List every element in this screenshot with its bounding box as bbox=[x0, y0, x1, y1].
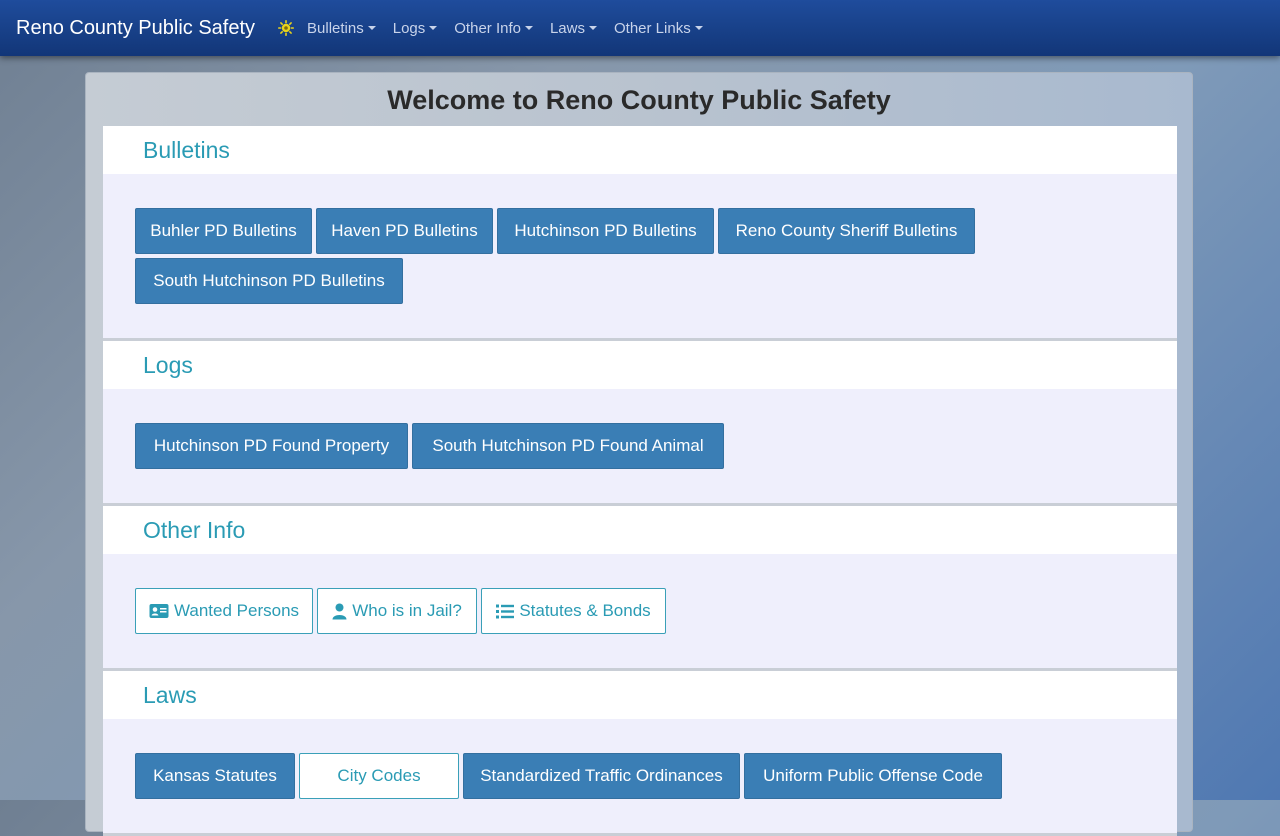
laws-button-row: Kansas Statutes City Codes Standardized … bbox=[135, 753, 1006, 799]
reno-county-sheriff-bulletins-button[interactable]: Reno County Sheriff Bulletins bbox=[718, 208, 975, 254]
site-brand[interactable]: Reno County Public Safety bbox=[16, 17, 255, 40]
logs-title: Logs bbox=[143, 351, 193, 378]
top-navbar: Reno County Public Safety Bulletins Logs… bbox=[0, 0, 1280, 56]
bulletins-button-row-2: South Hutchinson PD Bulletins bbox=[135, 258, 407, 304]
uniform-public-offense-code-button[interactable]: Uniform Public Offense Code bbox=[744, 753, 1002, 799]
logs-card-header: Logs bbox=[103, 341, 1177, 389]
other-info-title: Other Info bbox=[143, 516, 246, 543]
bulletins-card: Bulletins Buhler PD Bulletins Haven PD B… bbox=[103, 126, 1177, 341]
other-info-card-header: Other Info bbox=[103, 506, 1177, 554]
nav-other-links-dropdown[interactable]: Other Links bbox=[614, 20, 703, 37]
nav-logs-label: Logs bbox=[392, 19, 426, 37]
standardized-traffic-ordinances-button[interactable]: Standardized Traffic Ordinances bbox=[463, 753, 740, 799]
wanted-persons-label: Wanted Persons bbox=[173, 601, 300, 620]
user-icon bbox=[332, 603, 347, 620]
logs-button-row: Hutchinson PD Found Property South Hutch… bbox=[135, 423, 728, 469]
caret-down-icon bbox=[589, 26, 597, 30]
kansas-statutes-button[interactable]: Kansas Statutes bbox=[135, 753, 295, 799]
south-hutchinson-pd-found-animal-button[interactable]: South Hutchinson PD Found Animal bbox=[412, 423, 724, 469]
other-info-button-row: Wanted Persons Who is in Jail? Statutes … bbox=[135, 588, 670, 634]
caret-down-icon bbox=[429, 26, 438, 30]
statutes-and-bonds-label: Statutes & Bonds bbox=[519, 601, 651, 620]
haven-pd-bulletins-button[interactable]: Haven PD Bulletins bbox=[316, 208, 493, 254]
list-icon bbox=[496, 604, 515, 619]
nav-bulletins-label: Bulletins bbox=[307, 19, 364, 37]
bulletins-card-header: Bulletins bbox=[103, 126, 1177, 174]
page-title: Welcome to Reno County Public Safety bbox=[387, 85, 891, 115]
who-is-in-jail-label: Who is in Jail? bbox=[352, 601, 462, 620]
caret-down-icon bbox=[694, 26, 703, 30]
bulletins-button-row-1: Buhler PD Bulletins Haven PD Bulletins H… bbox=[135, 208, 979, 254]
who-is-in-jail-button[interactable]: Who is in Jail? bbox=[317, 588, 477, 634]
laws-title: Laws bbox=[143, 681, 197, 708]
nav-logs-dropdown[interactable]: Logs bbox=[393, 20, 438, 37]
statutes-and-bonds-button[interactable]: Statutes & Bonds bbox=[481, 588, 666, 634]
sun-badge-icon bbox=[277, 19, 295, 37]
south-hutchinson-pd-bulletins-button[interactable]: South Hutchinson PD Bulletins bbox=[135, 258, 403, 304]
main-container: Welcome to Reno County Public Safety Bul… bbox=[85, 72, 1193, 836]
nav-laws-dropdown[interactable]: Laws bbox=[550, 20, 597, 37]
laws-card: Laws Kansas Statutes City Codes Standard… bbox=[103, 671, 1177, 836]
caret-down-icon bbox=[524, 26, 533, 30]
nav-other-info-label: Other Info bbox=[454, 19, 521, 37]
nav-laws-label: Laws bbox=[549, 19, 585, 37]
hutchinson-pd-found-property-button[interactable]: Hutchinson PD Found Property bbox=[135, 423, 408, 469]
caret-down-icon bbox=[367, 26, 376, 30]
nav-other-links-label: Other Links bbox=[614, 19, 691, 37]
nav-other-info-dropdown[interactable]: Other Info bbox=[454, 20, 533, 37]
nav-bulletins-dropdown[interactable]: Bulletins bbox=[307, 20, 376, 37]
logs-card: Logs Hutchinson PD Found Property South … bbox=[103, 341, 1177, 506]
wanted-persons-button[interactable]: Wanted Persons bbox=[135, 588, 313, 634]
hutchinson-pd-bulletins-button[interactable]: Hutchinson PD Bulletins bbox=[497, 208, 714, 254]
bulletins-title: Bulletins bbox=[143, 136, 230, 163]
other-info-card: Other Info Wanted Persons Who is in Jail… bbox=[103, 506, 1177, 671]
id-card-icon bbox=[149, 603, 169, 619]
laws-card-header: Laws bbox=[103, 671, 1177, 719]
city-codes-button[interactable]: City Codes bbox=[299, 753, 459, 799]
buhler-pd-bulletins-button[interactable]: Buhler PD Bulletins bbox=[135, 208, 312, 254]
